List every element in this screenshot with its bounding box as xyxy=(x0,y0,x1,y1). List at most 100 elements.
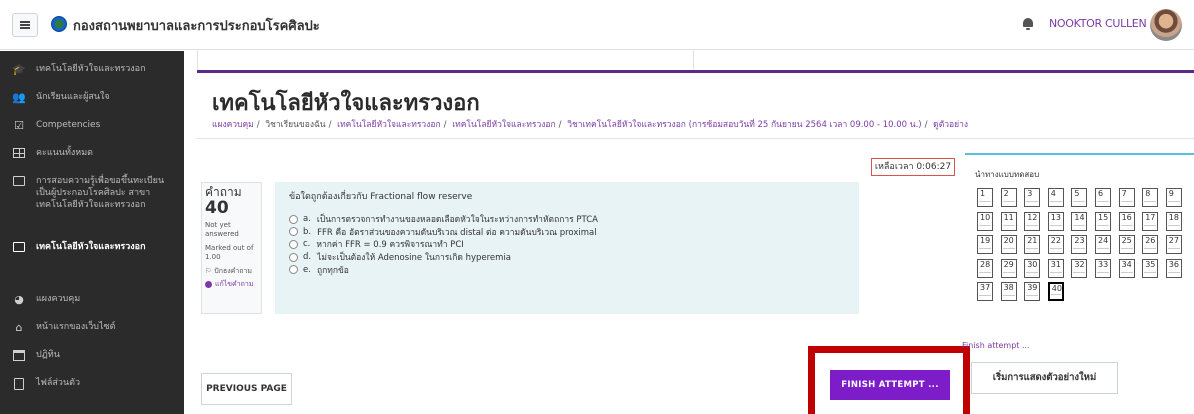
quiz-nav-button[interactable]: 7 xyxy=(1118,188,1135,207)
previous-page-button[interactable]: PREVIOUS PAGE xyxy=(201,373,292,405)
breadcrumb-item[interactable]: เทคโนโลยีหัวใจและทรวงอก xyxy=(452,120,555,130)
quiz-nav-button[interactable]: 30 xyxy=(1024,258,1041,278)
quiz-nav-button[interactable]: 18 xyxy=(1165,211,1182,231)
sidebar-item-current-section[interactable]: เทคโนโลยีหัวใจและทรวงอก xyxy=(0,241,184,254)
quiz-nav-button[interactable]: 11 xyxy=(1000,211,1017,231)
sidebar-item-calendar[interactable]: ปฏิทิน xyxy=(0,349,184,362)
flag-question-button[interactable]: ⚐ ปักธงคำถาม xyxy=(205,267,258,276)
breadcrumb-item[interactable]: เทคโนโลยีหัวใจและทรวงอก xyxy=(337,120,440,130)
quiz-nav-button[interactable]: 33 xyxy=(1095,258,1111,278)
radio-button[interactable] xyxy=(289,239,298,249)
sidebar-item-competencies[interactable]: ☑ Competencies xyxy=(0,119,184,132)
time-remaining: เหลือเวลา 0:06:27 xyxy=(871,158,955,176)
breadcrumb-item[interactable]: วิชาเรียนของฉัน xyxy=(265,120,325,130)
quiz-nav-button[interactable]: 27 xyxy=(1165,235,1182,254)
quiz-nav-button[interactable]: 13 xyxy=(1047,211,1064,231)
quiz-nav-button[interactable]: 34 xyxy=(1118,258,1135,278)
quiz-nav-button[interactable]: 14 xyxy=(1071,211,1088,231)
quiz-nav-button[interactable]: 12 xyxy=(1024,211,1041,231)
quiz-nav-button[interactable]: 39 xyxy=(1024,282,1041,301)
quiz-nav-button[interactable]: 40 xyxy=(1047,282,1064,301)
sidebar-item-label: เทคโนโลยีหัวใจและทรวงอก xyxy=(36,64,146,74)
quiz-nav-button[interactable]: 10 xyxy=(977,211,993,231)
breadcrumb-item[interactable]: ดูตัวอย่าง xyxy=(933,120,968,130)
quiz-nav-button[interactable]: 20 xyxy=(1000,235,1017,254)
folder-icon xyxy=(12,176,26,188)
quiz-nav-button[interactable]: 35 xyxy=(1142,258,1159,278)
quiz-nav-button[interactable]: 5 xyxy=(1071,188,1088,207)
quiz-nav-button[interactable]: 31 xyxy=(1047,258,1064,278)
question-number: 40 xyxy=(205,198,229,218)
quiz-nav-button[interactable]: 4 xyxy=(1047,188,1064,207)
quiz-nav-button[interactable]: 26 xyxy=(1142,235,1159,254)
quiz-nav-button[interactable]: 8 xyxy=(1142,188,1159,207)
flag-icon: ⚐ xyxy=(205,267,212,275)
sidebar-item-grades[interactable]: คะแนนทั้งหมด xyxy=(0,147,184,160)
file-icon xyxy=(12,378,26,390)
answer-letter: c. xyxy=(303,239,311,250)
question-state: Not yet answered xyxy=(205,221,239,238)
start-new-preview-button[interactable]: เริ่มการแสดงตัวอย่างใหม่ xyxy=(971,362,1118,394)
edit-question-link[interactable]: แก้ไขคำถาม xyxy=(205,280,258,289)
quiz-nav-button[interactable]: 19 xyxy=(977,235,993,254)
breadcrumb-item[interactable]: แผงควบคุม xyxy=(212,120,254,130)
quiz-nav-button[interactable]: 25 xyxy=(1118,235,1135,254)
breadcrumb-item[interactable]: วิชาเทคโนโลยีหัวใจและทรวงอก (การซ้อมสอบว… xyxy=(567,120,921,130)
quiz-nav-button[interactable]: 22 xyxy=(1047,235,1064,254)
sidebar-item-dashboard[interactable]: ◕ แผงควบคุม xyxy=(0,293,184,306)
radio-button[interactable] xyxy=(289,227,298,237)
quiz-nav-button[interactable]: 29 xyxy=(1000,258,1017,278)
site-logo-icon[interactable] xyxy=(51,16,67,32)
folder-icon xyxy=(12,242,26,254)
quiz-nav-button[interactable]: 15 xyxy=(1095,211,1111,231)
answer-option-a[interactable]: a. เป็นการตรวจการทำงานของหลอดเลือดหัวใจใ… xyxy=(289,213,845,226)
sidebar: 🎓 เทคโนโลยีหัวใจและทรวงอก 👥 นักเรียนและผ… xyxy=(0,51,184,414)
sidebar-item-section[interactable]: การสอบความรู้เพื่อขอขึ้นทะเบียนเป็นผู้ปร… xyxy=(0,175,184,211)
answer-option-c[interactable]: c. หากค่า FFR = 0.9 ควรพิจารณาทำ PCI xyxy=(289,238,845,251)
answer-option-d[interactable]: d. ไม่จะเป็นต้องให้ Adenosine ในการเกิด … xyxy=(289,251,845,264)
radio-button[interactable] xyxy=(289,265,298,275)
avatar[interactable] xyxy=(1150,9,1182,41)
question-label: คำถาม xyxy=(205,185,242,199)
quiz-nav-button[interactable]: 21 xyxy=(1024,235,1041,254)
quiz-nav-button[interactable]: 17 xyxy=(1142,211,1159,231)
sidebar-item-label: Competencies xyxy=(36,120,101,130)
sidebar-item-label: เทคโนโลยีหัวใจและทรวงอก xyxy=(36,242,146,252)
quiz-nav-button[interactable]: 32 xyxy=(1071,258,1088,278)
sidebar-item-course[interactable]: 🎓 เทคโนโลยีหัวใจและทรวงอก xyxy=(0,63,184,76)
quiz-nav-button[interactable]: 23 xyxy=(1071,235,1088,254)
quiz-nav-button[interactable]: 2 xyxy=(1000,188,1017,207)
menu-toggle-button[interactable] xyxy=(12,13,38,37)
quiz-nav-button[interactable]: 38 xyxy=(1000,282,1017,301)
finish-attempt-button[interactable]: FINISH ATTEMPT ... xyxy=(830,370,950,400)
question-text: ข้อใดถูกต้องเกี่ยวกับ Fractional flow re… xyxy=(289,192,473,202)
quiz-nav-button[interactable]: 24 xyxy=(1095,235,1111,254)
sidebar-item-label: ไฟล์ส่วนตัว xyxy=(36,378,81,388)
answer-letter: a. xyxy=(303,214,311,225)
quiz-nav-button[interactable]: 1 xyxy=(977,188,993,207)
sidebar-item-label: การสอบความรู้เพื่อขอขึ้นทะเบียนเป็นผู้ปร… xyxy=(36,176,165,210)
quiz-nav-button[interactable]: 6 xyxy=(1095,188,1111,207)
sidebar-item-participants[interactable]: 👥 นักเรียนและผู้สนใจ xyxy=(0,91,184,104)
user-menu-name[interactable]: NOOKTOR CULLEN xyxy=(1049,17,1147,30)
quiz-navigation-title: นำทางแบบทดสอบ xyxy=(975,170,1040,179)
sidebar-item-private-files[interactable]: ไฟล์ส่วนตัว xyxy=(0,377,184,390)
sidebar-item-label: คะแนนทั้งหมด xyxy=(36,148,93,158)
answer-option-e[interactable]: e. ถูกทุกข้อ xyxy=(289,263,845,276)
notification-bell-icon[interactable] xyxy=(1023,18,1033,30)
answer-option-b[interactable]: b. FFR คือ อัตราส่วนของความดันบริเวณ dis… xyxy=(289,226,845,239)
quiz-nav-button[interactable]: 9 xyxy=(1165,188,1182,207)
question-info: คำถาม 40 Not yet answered Marked out of … xyxy=(201,182,262,314)
quiz-nav-button[interactable]: 16 xyxy=(1118,211,1135,231)
quiz-nav-button[interactable]: 37 xyxy=(977,282,993,301)
radio-button[interactable] xyxy=(289,214,298,224)
sidebar-item-site-home[interactable]: ⌂ หน้าแรกของเว็บไซต์ xyxy=(0,321,184,334)
quiz-nav-button[interactable]: 28 xyxy=(977,258,993,278)
quiz-nav-button[interactable]: 36 xyxy=(1165,258,1182,278)
site-name[interactable]: กองสถานพยาบาลและการประกอบโรคศิลปะ xyxy=(73,15,320,36)
radio-button[interactable] xyxy=(289,252,298,262)
home-icon: ⌂ xyxy=(15,321,23,334)
quiz-nav-button[interactable]: 3 xyxy=(1024,188,1041,207)
answer-letter: e. xyxy=(303,264,311,275)
finish-attempt-link[interactable]: Finish attempt ... xyxy=(962,341,1030,350)
